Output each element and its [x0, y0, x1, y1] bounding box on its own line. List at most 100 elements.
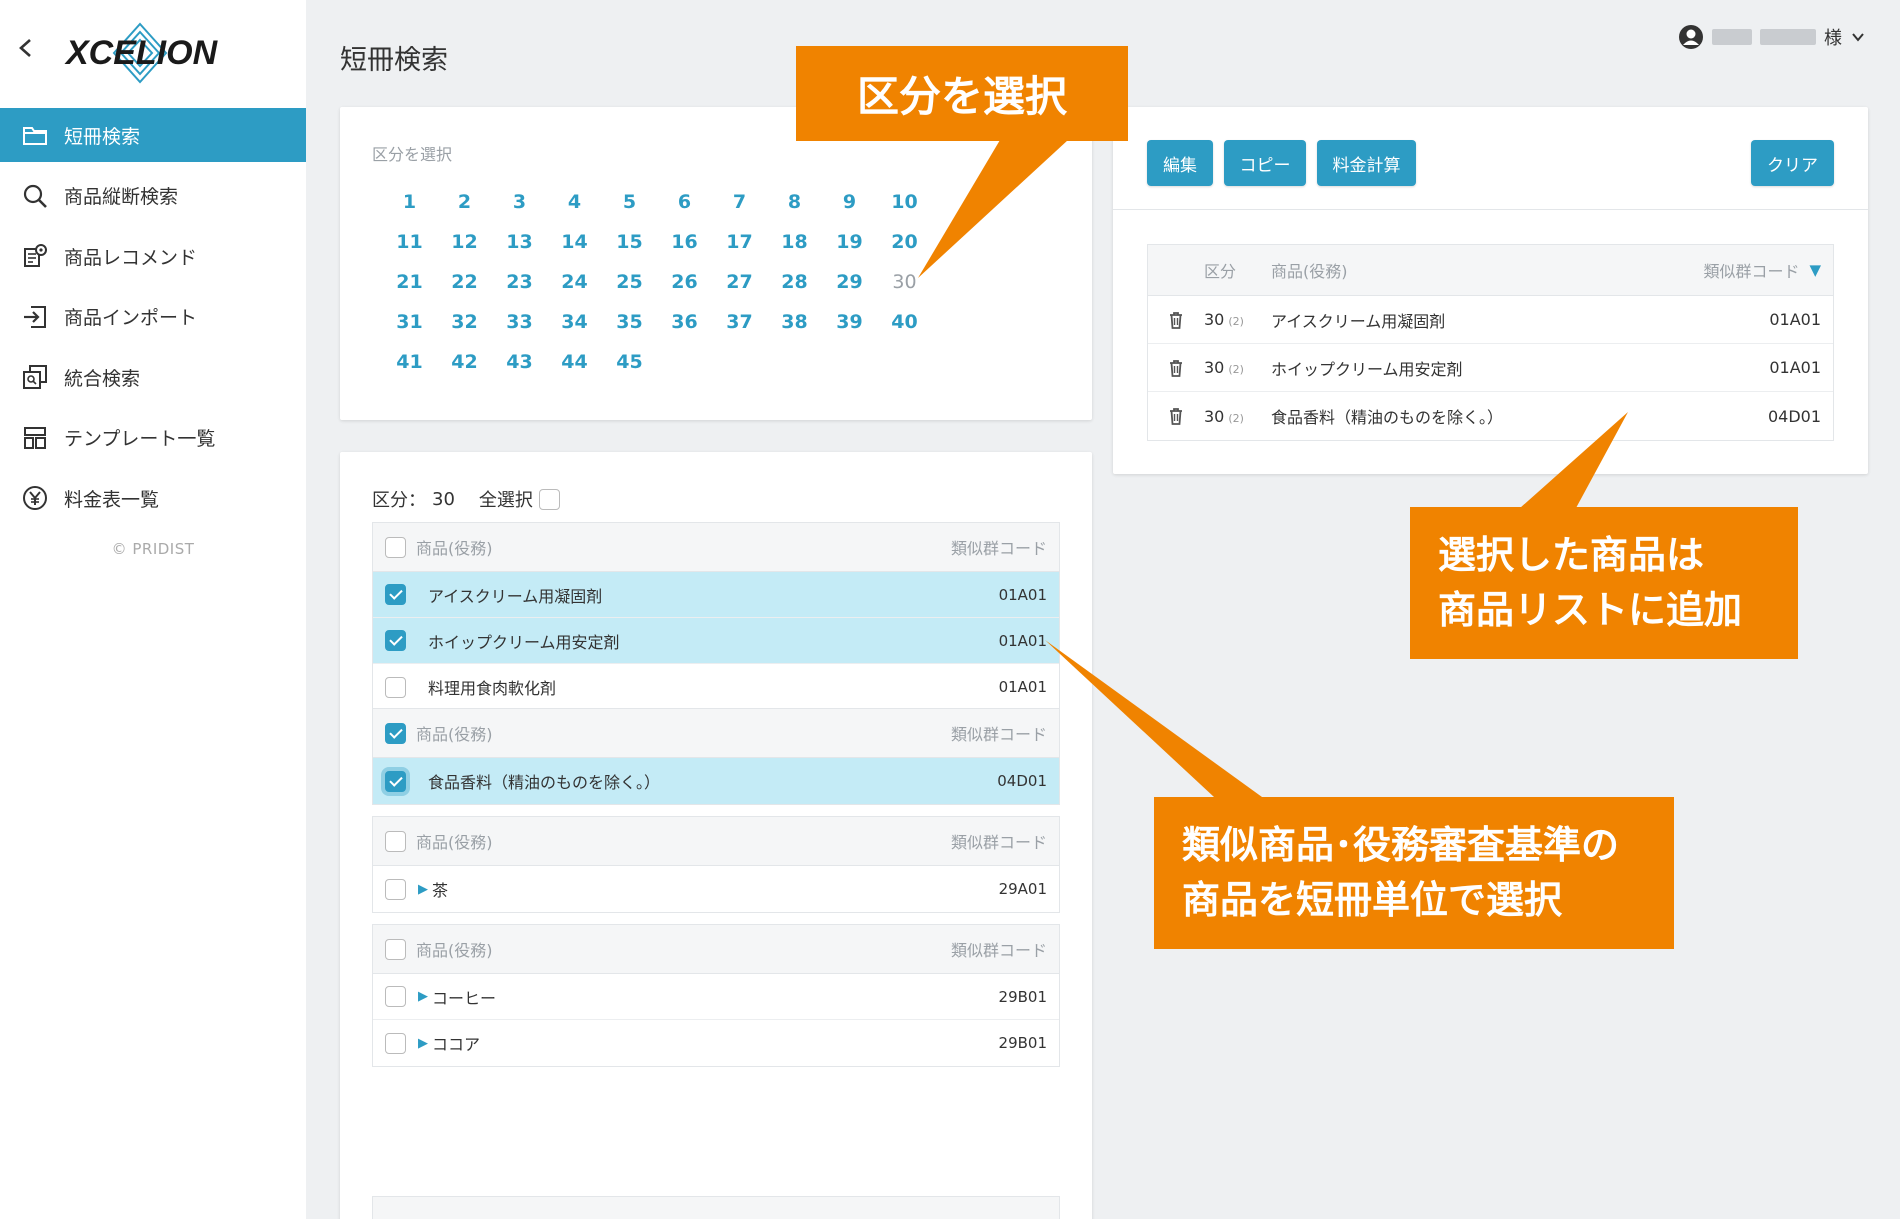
row-code: 01A01: [1769, 358, 1821, 377]
back-arrow-icon[interactable]: [14, 32, 38, 64]
sidebar-item-label: 商品インポート: [64, 307, 198, 329]
list-item[interactable]: 食品香料（精油のものを除く。） 04D01: [373, 758, 1059, 804]
class-number-19[interactable]: 19: [822, 227, 877, 257]
class-number-10[interactable]: 10: [877, 187, 932, 217]
sidebar-item-integrated-search[interactable]: 統合検索: [0, 350, 306, 404]
item-checkbox[interactable]: [385, 584, 406, 605]
class-number-20[interactable]: 20: [877, 227, 932, 257]
class-number-37[interactable]: 37: [712, 307, 767, 337]
group-head-code: 類似群コード: [950, 725, 1047, 744]
class-number-25[interactable]: 25: [602, 267, 657, 297]
expand-triangle-icon[interactable]: ▶: [418, 989, 428, 1004]
class-number-22[interactable]: 22: [437, 267, 492, 297]
class-number-8[interactable]: 8: [767, 187, 822, 217]
trash-icon[interactable]: [1167, 310, 1185, 330]
edit-button[interactable]: 編集: [1147, 140, 1213, 186]
class-number-11[interactable]: 11: [382, 227, 437, 257]
sidebar-item-template-list[interactable]: テンプレート一覧: [0, 411, 306, 465]
item-checkbox[interactable]: [385, 1032, 406, 1054]
list-item[interactable]: ホイップクリーム用安定剤 01A01: [373, 618, 1059, 664]
group-checkbox[interactable]: [385, 830, 406, 852]
class-number-24[interactable]: 24: [547, 267, 602, 297]
class-number-28[interactable]: 28: [767, 267, 822, 297]
item-name: コーヒー: [432, 988, 497, 1008]
class-number-21[interactable]: 21: [382, 267, 437, 297]
expand-triangle-icon[interactable]: ▶: [418, 1036, 428, 1051]
list-item[interactable]: 料理用食肉軟化剤 01A01: [373, 664, 1059, 710]
list-item[interactable]: ▶ 茶 29A01: [373, 866, 1059, 912]
class-number-23[interactable]: 23: [492, 267, 547, 297]
class-number-38[interactable]: 38: [767, 307, 822, 337]
class-number-9[interactable]: 9: [822, 187, 877, 217]
select-all-label: 全選択: [478, 490, 533, 511]
list-header: 区分： 30 全選択: [372, 486, 560, 512]
group-header: 商品(役務) 類似群コード: [373, 925, 1059, 974]
sort-down-icon[interactable]: ▼: [1809, 261, 1821, 279]
class-number-6[interactable]: 6: [657, 187, 712, 217]
list-item[interactable]: ▶ コーヒー 29B01: [373, 974, 1059, 1020]
table-row: 30 (2) ホイップクリーム用安定剤 01A01: [1148, 344, 1833, 392]
user-menu[interactable]: 様: [1678, 24, 1866, 50]
class-number-13[interactable]: 13: [492, 227, 547, 257]
item-checkbox[interactable]: [385, 878, 406, 900]
row-product: アイスクリーム用凝固剤: [1271, 311, 1446, 331]
class-number-33[interactable]: 33: [492, 307, 547, 337]
class-number-40[interactable]: 40: [877, 307, 932, 337]
class-number-41[interactable]: 41: [382, 347, 437, 377]
expand-triangle-icon[interactable]: ▶: [418, 882, 428, 897]
callout-select-by-strip: 類似商品･役務審査基準の 商品を短冊単位で選択: [1154, 797, 1674, 949]
class-number-34[interactable]: 34: [547, 307, 602, 337]
class-number-30[interactable]: 30: [877, 267, 932, 297]
class-number-4[interactable]: 4: [547, 187, 602, 217]
class-number-14[interactable]: 14: [547, 227, 602, 257]
sidebar-item-product-recommend[interactable]: 商品レコメンド: [0, 229, 306, 283]
clear-button[interactable]: クリア: [1751, 140, 1834, 186]
class-number-32[interactable]: 32: [437, 307, 492, 337]
class-number-1[interactable]: 1: [382, 187, 437, 217]
sidebar-item-price-list[interactable]: 料金表一覧: [0, 471, 306, 525]
class-number-42[interactable]: 42: [437, 347, 492, 377]
class-number-16[interactable]: 16: [657, 227, 712, 257]
col-code[interactable]: 類似群コード ▼: [1683, 258, 1833, 282]
row-code: 04D01: [1767, 406, 1821, 426]
trash-icon[interactable]: [1167, 406, 1185, 426]
class-number-45[interactable]: 45: [602, 347, 657, 377]
sidebar-item-strip-search[interactable]: 短冊検索: [0, 108, 306, 162]
list-item[interactable]: アイスクリーム用凝固剤 01A01: [373, 572, 1059, 618]
calc-fee-button[interactable]: 料金計算: [1317, 140, 1416, 186]
class-number-15[interactable]: 15: [602, 227, 657, 257]
group-checkbox[interactable]: [385, 536, 406, 558]
class-number-31[interactable]: 31: [382, 307, 437, 337]
class-number-2[interactable]: 2: [437, 187, 492, 217]
class-number-44[interactable]: 44: [547, 347, 602, 377]
sidebar-item-product-import[interactable]: 商品インポート: [0, 290, 306, 344]
item-checkbox[interactable]: [385, 770, 406, 792]
class-number-18[interactable]: 18: [767, 227, 822, 257]
trash-icon[interactable]: [1167, 358, 1185, 378]
copy-button[interactable]: コピー: [1224, 140, 1306, 186]
class-number-7[interactable]: 7: [712, 187, 767, 217]
list-item[interactable]: ▶ ココア 29B01: [373, 1020, 1059, 1066]
item-checkbox[interactable]: [385, 986, 406, 1007]
group-checkbox[interactable]: [385, 722, 406, 744]
class-number-26[interactable]: 26: [657, 267, 712, 297]
class-number-3[interactable]: 3: [492, 187, 547, 217]
class-number-39[interactable]: 39: [822, 307, 877, 337]
class-number-36[interactable]: 36: [657, 307, 712, 337]
row-class: 30: [1204, 310, 1225, 329]
sidebar-item-product-cross-search[interactable]: 商品縦断検索: [0, 169, 306, 223]
class-number-35[interactable]: 35: [602, 307, 657, 337]
callout-added-to-list: 選択した商品は 商品リストに追加: [1410, 507, 1798, 659]
class-number-5[interactable]: 5: [602, 187, 657, 217]
class-number-17[interactable]: 17: [712, 227, 767, 257]
class-number-27[interactable]: 27: [712, 267, 767, 297]
chevron-down-icon: [1852, 33, 1864, 42]
class-number-29[interactable]: 29: [822, 267, 877, 297]
copyright: © PRIDIST: [111, 540, 195, 558]
class-number-43[interactable]: 43: [492, 347, 547, 377]
group-checkbox[interactable]: [385, 938, 406, 960]
class-number-12[interactable]: 12: [437, 227, 492, 257]
item-checkbox[interactable]: [385, 630, 406, 651]
item-checkbox[interactable]: [385, 676, 406, 698]
select-all-checkbox[interactable]: [538, 488, 560, 510]
